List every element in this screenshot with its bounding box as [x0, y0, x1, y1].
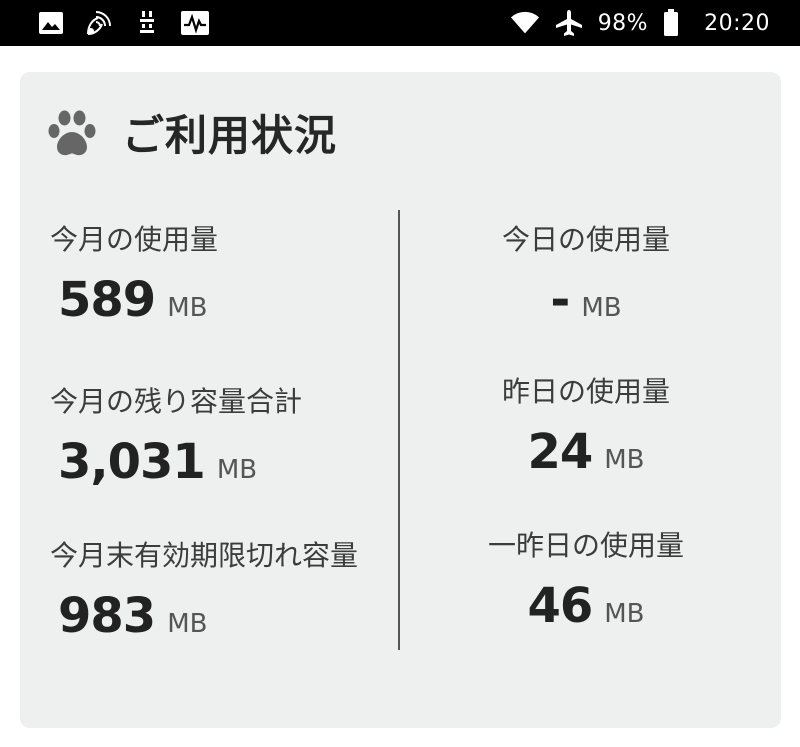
- usb-debug-icon: [132, 8, 162, 38]
- paw-icon: [46, 107, 98, 159]
- satellite-icon: [84, 8, 114, 38]
- wifi-icon: [510, 8, 540, 38]
- stat-month-remaining: 今月の残り容量合計 3,031 MB: [50, 380, 302, 490]
- stat-value: 983: [58, 588, 156, 644]
- stat-label: 一昨日の使用量: [487, 529, 684, 562]
- stat-unit: MB: [604, 445, 645, 475]
- stat-value: 46: [527, 578, 593, 634]
- stat-value-row: 46 MB: [426, 578, 746, 634]
- stat-unit: MB: [581, 293, 622, 323]
- stat-value: 3,031: [58, 434, 206, 490]
- column-divider: [398, 210, 400, 650]
- stat-today-usage: 今日の使用量 - MB: [426, 218, 746, 328]
- stat-value-row: 24 MB: [426, 424, 746, 480]
- airplane-icon: [554, 8, 584, 38]
- stat-value: 589: [58, 272, 156, 328]
- stat-label: 今日の使用量: [501, 223, 670, 256]
- status-bar-system: 98% 20:20: [510, 0, 770, 46]
- stat-label: 今月の使用量: [50, 223, 219, 256]
- stat-yesterday-usage: 昨日の使用量 24 MB: [426, 370, 746, 480]
- stat-unit: MB: [167, 293, 208, 323]
- status-bar-notifications: [36, 0, 210, 46]
- stat-value: 24: [527, 424, 593, 480]
- stat-unit: MB: [167, 609, 208, 639]
- stat-day-before-usage: 一昨日の使用量 46 MB: [426, 524, 746, 634]
- battery-icon: [662, 8, 680, 38]
- stat-month-expiring: 今月末有効期限切れ容量 983 MB: [50, 534, 358, 644]
- activity-icon: [180, 8, 210, 38]
- usage-card: ご利用状況 今月の使用量 589 MB 今月の残り容量合計 3,031 MB 今…: [20, 72, 781, 728]
- stat-label: 昨日の使用量: [501, 375, 670, 408]
- stat-value-row: 3,031 MB: [58, 434, 302, 490]
- stat-unit: MB: [604, 599, 645, 629]
- stat-unit: MB: [216, 455, 258, 485]
- card-title: ご利用状況: [122, 111, 338, 160]
- stat-label: 今月末有効期限切れ容量: [50, 539, 359, 572]
- stat-value-row: 589 MB: [58, 272, 218, 328]
- stat-value: -: [550, 272, 570, 328]
- clock: 20:20: [704, 10, 770, 36]
- stat-value-row: 983 MB: [58, 588, 358, 644]
- stat-value-row: - MB: [426, 272, 746, 328]
- battery-percent: 98%: [597, 10, 649, 36]
- card-header: ご利用状況: [46, 102, 337, 163]
- status-bar: 98% 20:20: [0, 0, 800, 46]
- stat-month-usage: 今月の使用量 589 MB: [50, 218, 218, 328]
- image-icon: [36, 8, 66, 38]
- stat-label: 今月の残り容量合計: [50, 385, 303, 418]
